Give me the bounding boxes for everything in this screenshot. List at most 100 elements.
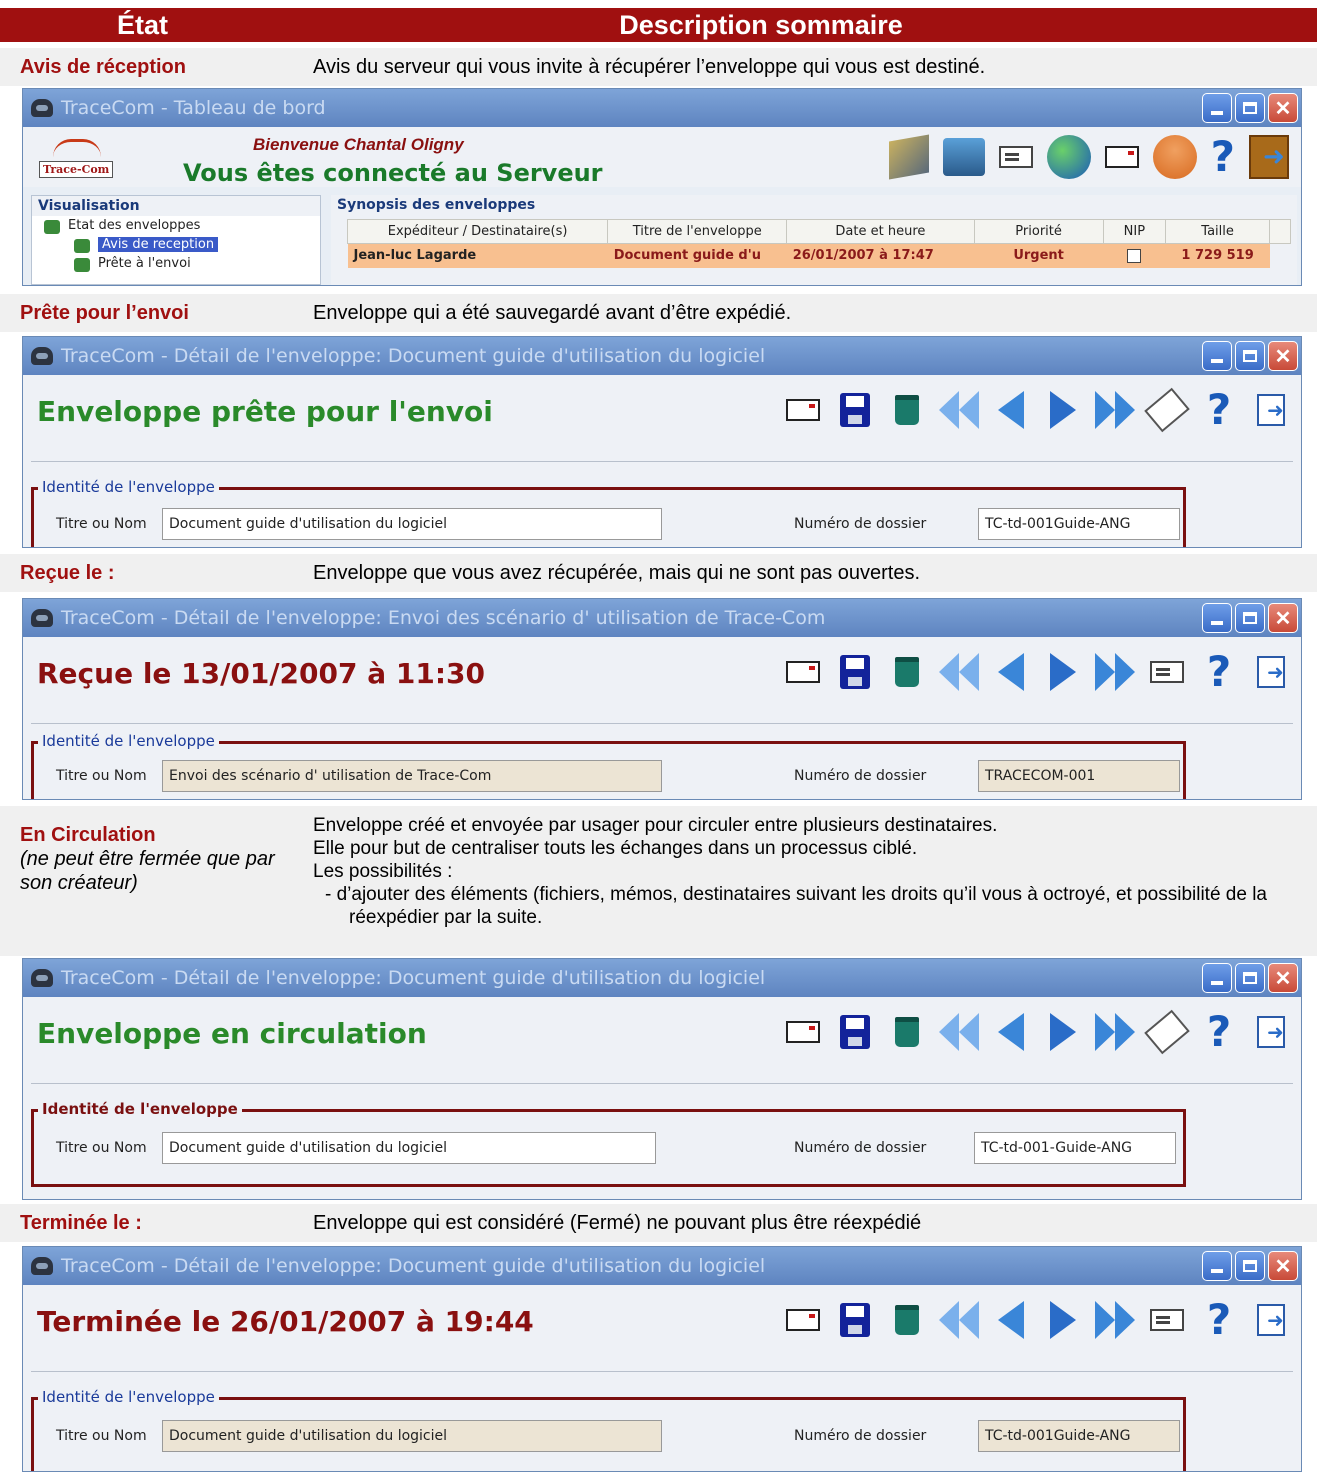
close-button[interactable]: ✕ [1268, 341, 1298, 371]
last-icon[interactable] [1093, 387, 1137, 433]
card-icon[interactable] [1145, 1297, 1189, 1343]
minimize-button[interactable] [1202, 1251, 1232, 1281]
row-label: Terminée le : [20, 1211, 142, 1234]
help-icon[interactable]: ? [1197, 1297, 1241, 1343]
card-icon[interactable] [1145, 649, 1189, 695]
previous-icon[interactable] [989, 1297, 1033, 1343]
nip-checkbox[interactable] [1127, 248, 1142, 263]
title-label: Titre ou Nom [56, 768, 147, 784]
trash-icon[interactable] [885, 387, 929, 433]
envelope-icon[interactable] [781, 1009, 825, 1055]
save-icon[interactable] [833, 387, 877, 433]
last-icon[interactable] [1093, 649, 1137, 695]
title-field[interactable]: Document guide d'utilisation du logiciel [162, 1420, 662, 1452]
row-description: Enveloppe qui est considéré (Fermé) ne p… [313, 1211, 922, 1234]
first-icon[interactable] [937, 387, 981, 433]
previous-icon[interactable] [989, 1009, 1033, 1055]
save-icon[interactable] [833, 649, 877, 695]
column-header[interactable]: Taille [1165, 219, 1271, 244]
title-bar: TraceCom - Détail de l'enveloppe: Docume… [23, 1247, 1301, 1285]
next-icon[interactable] [1041, 649, 1085, 695]
exit-icon[interactable] [1249, 387, 1293, 433]
minimize-button[interactable] [1202, 963, 1232, 993]
globe-icon[interactable] [1046, 135, 1091, 179]
exit-icon[interactable] [1249, 135, 1289, 179]
first-icon[interactable] [937, 1009, 981, 1055]
envelope-table: Expéditeur / Destinataire(s) Titre de l'… [346, 219, 1291, 268]
trash-icon[interactable] [885, 1009, 929, 1055]
card-icon[interactable] [998, 146, 1033, 168]
maximize-button[interactable] [1235, 341, 1265, 371]
add-user-icon[interactable] [1152, 135, 1197, 179]
trash-icon[interactable] [885, 649, 929, 695]
title-field[interactable]: Envoi des scénario d' utilisation de Tra… [162, 760, 662, 792]
first-icon[interactable] [937, 1297, 981, 1343]
envelope-icon[interactable] [781, 1297, 825, 1343]
next-icon[interactable] [1041, 387, 1085, 433]
title-field[interactable]: Document guide d'utilisation du logiciel [162, 508, 662, 540]
tree-item-avis[interactable]: Avis de reception [32, 235, 320, 254]
close-button[interactable]: ✕ [1268, 603, 1298, 633]
tree-item-prete[interactable]: Prête à l'envoi [32, 254, 320, 273]
last-icon[interactable] [1093, 1297, 1137, 1343]
toolbar: ? [781, 1009, 1293, 1055]
tree-icon [74, 239, 90, 253]
minimize-button[interactable] [1202, 93, 1232, 123]
tree-item-etat[interactable]: Etat des enveloppes [32, 216, 320, 235]
table-row[interactable]: Jean-luc Lagarde Document guide d'u 26/0… [347, 243, 1291, 268]
maximize-button[interactable] [1235, 963, 1265, 993]
exit-icon[interactable] [1249, 649, 1293, 695]
exit-icon[interactable] [1249, 1297, 1293, 1343]
title-bar: TraceCom - Détail de l'enveloppe: Docume… [23, 959, 1301, 997]
next-icon[interactable] [1041, 1297, 1085, 1343]
column-header[interactable]: Date et heure [786, 219, 975, 244]
row-label: Avis de réception [20, 55, 186, 78]
sign-icon[interactable] [1144, 1009, 1190, 1055]
row-terminee: Terminée le : Enveloppe qui est considér… [0, 1204, 1317, 1242]
close-button[interactable]: ✕ [1268, 1251, 1298, 1281]
next-icon[interactable] [1041, 1009, 1085, 1055]
minimize-button[interactable] [1202, 603, 1232, 633]
close-button[interactable]: ✕ [1268, 93, 1298, 123]
last-icon[interactable] [1093, 1009, 1137, 1055]
app-icon [31, 969, 53, 987]
close-button[interactable]: ✕ [1268, 963, 1298, 993]
exit-icon[interactable] [1249, 1009, 1293, 1055]
folder-field[interactable]: TC-td-001Guide-ANG [978, 1420, 1180, 1452]
help-icon[interactable]: ? [1211, 136, 1235, 178]
maximize-button[interactable] [1235, 1251, 1265, 1281]
first-icon[interactable] [937, 649, 981, 695]
column-header[interactable]: Priorité [973, 219, 1104, 244]
envelope-icon[interactable] [781, 387, 825, 433]
trash-icon[interactable] [885, 1297, 929, 1343]
column-header[interactable]: NIP [1102, 219, 1167, 244]
save-icon[interactable] [833, 1297, 877, 1343]
row-description: Enveloppe créé et envoyée par usager pou… [313, 815, 1267, 928]
previous-icon[interactable] [989, 387, 1033, 433]
package-icon[interactable] [888, 134, 929, 180]
folder-field[interactable]: TC-td-001-Guide-ANG [974, 1132, 1176, 1164]
folder-field[interactable]: TRACECOM-001 [978, 760, 1180, 792]
scroll-up[interactable] [1269, 219, 1291, 244]
title-field[interactable]: Document guide d'utilisation du logiciel [162, 1132, 656, 1164]
previous-icon[interactable] [989, 649, 1033, 695]
minimize-button[interactable] [1202, 341, 1232, 371]
help-icon[interactable]: ? [1197, 649, 1241, 695]
sign-icon[interactable] [1144, 387, 1190, 433]
maximize-button[interactable] [1235, 603, 1265, 633]
envelope-icon[interactable] [1104, 146, 1139, 168]
group-legend: Identité de l'enveloppe [38, 732, 219, 750]
column-header[interactable]: Expéditeur / Destinataire(s) [346, 219, 609, 244]
group-legend: Identité de l'enveloppe [38, 1388, 219, 1406]
row-avis: Avis de réception Avis du serveur qui vo… [0, 48, 1317, 86]
help-icon[interactable]: ? [1197, 1009, 1241, 1055]
folder-field[interactable]: TC-td-001Guide-ANG [978, 508, 1180, 540]
help-icon[interactable]: ? [1197, 387, 1241, 433]
computer-icon[interactable] [942, 138, 985, 176]
envelope-icon[interactable] [781, 649, 825, 695]
column-header[interactable]: Titre de l'enveloppe [607, 219, 788, 244]
save-icon[interactable] [833, 1009, 877, 1055]
maximize-button[interactable] [1235, 93, 1265, 123]
window-terminee: TraceCom - Détail de l'enveloppe: Docume… [22, 1246, 1302, 1472]
header-etat: État [116, 9, 168, 40]
